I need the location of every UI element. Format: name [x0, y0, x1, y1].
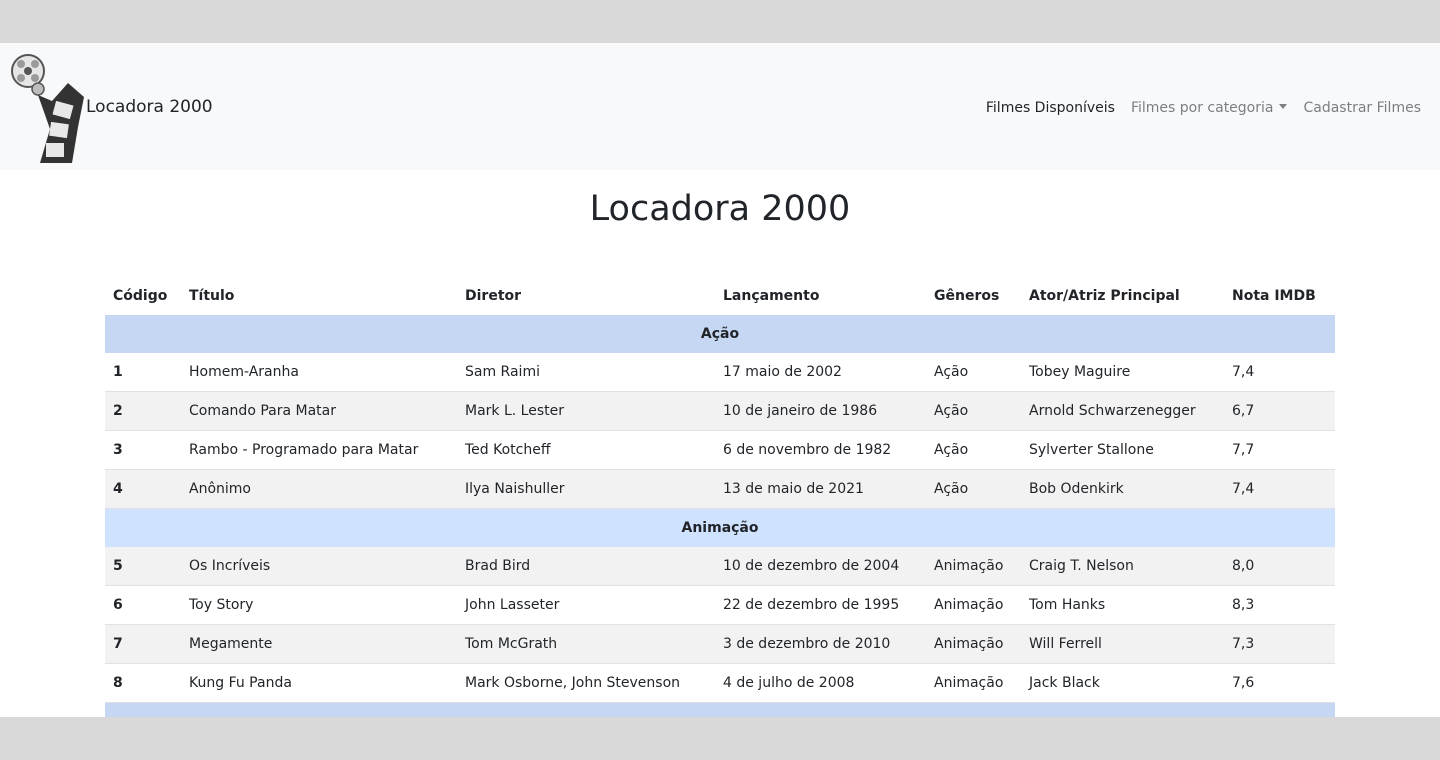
cell-generos: Animação [926, 663, 1021, 703]
cell-generos: Ação [926, 469, 1021, 509]
cell-generos: Ação [926, 353, 1021, 392]
cell-diretor: John Lasseter [457, 585, 715, 625]
cell-codigo: 2 [105, 391, 181, 431]
cell-nota: 7,4 [1224, 353, 1335, 392]
cell-lancamento: 4 de julho de 2008 [715, 663, 926, 703]
table-row: 2 Comando Para Matar Mark L. Lester 10 d… [105, 391, 1335, 431]
cell-ator: Jack Black [1021, 663, 1224, 703]
cell-titulo: Toy Story [181, 585, 457, 625]
table-header-row: Código Título Diretor Lançamento Gêneros… [105, 277, 1335, 315]
table-row: 3 Rambo - Programado para Matar Ted Kotc… [105, 430, 1335, 470]
cell-diretor: Mark Osborne, John Stevenson [457, 663, 715, 703]
column-header-nota-imdb: Nota IMDB [1232, 288, 1316, 304]
cell-generos: Ação [926, 430, 1021, 470]
cell-nota: 6,7 [1224, 391, 1335, 431]
cell-ator: Craig T. Nelson [1021, 547, 1224, 586]
cell-codigo: 1 [105, 353, 181, 392]
nav-link-cadastrar-filmes[interactable]: Cadastrar Filmes [1303, 99, 1421, 117]
cell-codigo: 6 [105, 585, 181, 625]
cell-codigo: 8 [105, 663, 181, 703]
cell-lancamento: 10 de janeiro de 1986 [715, 391, 926, 431]
group-row-next [105, 702, 1335, 717]
cell-titulo: Comando Para Matar [181, 391, 457, 431]
cell-generos: Animação [926, 624, 1021, 664]
cell-codigo: 3 [105, 430, 181, 470]
column-header-ator-principal: Ator/Atriz Principal [1029, 288, 1180, 304]
cell-codigo: 7 [105, 624, 181, 664]
cell-codigo: 4 [105, 469, 181, 509]
cell-ator: Sylverter Stallone [1021, 430, 1224, 470]
cell-lancamento: 6 de novembro de 1982 [715, 430, 926, 470]
cell-nota: 7,7 [1224, 430, 1335, 470]
cell-diretor: Mark L. Lester [457, 391, 715, 431]
column-header-lancamento: Lançamento [723, 288, 820, 304]
brand-name[interactable]: Locadora 2000 [86, 97, 213, 117]
column-header-codigo: Código [113, 288, 168, 304]
column-header-diretor: Diretor [465, 288, 522, 304]
cell-nota: 8,0 [1224, 547, 1335, 586]
cell-titulo: Anônimo [181, 469, 457, 509]
cell-ator: Bob Odenkirk [1021, 469, 1224, 509]
caret-down-icon [1279, 104, 1288, 109]
nav-dropdown-filmes-por-categoria[interactable]: Filmes por categoria [1131, 99, 1288, 117]
cell-nota: 7,6 [1224, 663, 1335, 703]
movies-table: Código Título Diretor Lançamento Gêneros… [105, 277, 1335, 717]
page-title: Locadora 2000 [589, 189, 851, 229]
cell-nota: 8,3 [1224, 585, 1335, 625]
cell-titulo: Kung Fu Panda [181, 663, 457, 703]
group-label-cut-off [105, 702, 1335, 717]
cell-diretor: Ilya Naishuller [457, 469, 715, 509]
table-row: 5 Os Incríveis Brad Bird 10 de dezembro … [105, 547, 1335, 586]
cell-lancamento: 10 de dezembro de 2004 [715, 547, 926, 586]
group-label: Animação [105, 508, 1335, 547]
film-reel-icon[interactable] [8, 49, 88, 163]
nav-links: Filmes Disponíveis Filmes por categoria … [986, 99, 1421, 117]
cell-titulo: Os Incríveis [181, 547, 457, 586]
nav-link-filmes-disponiveis[interactable]: Filmes Disponíveis [986, 99, 1115, 117]
table-row: 7 Megamente Tom McGrath 3 de dezembro de… [105, 624, 1335, 664]
cell-titulo: Rambo - Programado para Matar [181, 430, 457, 470]
cell-diretor: Sam Raimi [457, 353, 715, 392]
cell-ator: Will Ferrell [1021, 624, 1224, 664]
column-header-titulo: Título [189, 288, 235, 304]
cell-generos: Animação [926, 547, 1021, 586]
table-row: 1 Homem-Aranha Sam Raimi 17 maio de 2002… [105, 353, 1335, 392]
table-row: 8 Kung Fu Panda Mark Osborne, John Steve… [105, 663, 1335, 703]
navbar: Locadora 2000 Filmes Disponíveis Filmes … [0, 43, 1440, 170]
cell-diretor: Ted Kotcheff [457, 430, 715, 470]
cell-nota: 7,3 [1224, 624, 1335, 664]
browser-viewport: Locadora 2000 Filmes Disponíveis Filmes … [0, 43, 1440, 717]
cell-titulo: Homem-Aranha [181, 353, 457, 392]
table-row: 4 Anônimo Ilya Naishuller 13 de maio de … [105, 469, 1335, 509]
cell-ator: Tobey Maguire [1021, 353, 1224, 392]
nav-dropdown-label: Filmes por categoria [1130, 100, 1274, 116]
column-header-generos: Gêneros [934, 288, 1000, 304]
table-row: 6 Toy Story John Lasseter 22 de dezembro… [105, 585, 1335, 625]
cell-diretor: Tom McGrath [457, 624, 715, 664]
cell-lancamento: 3 de dezembro de 2010 [715, 624, 926, 664]
cell-ator: Tom Hanks [1021, 585, 1224, 625]
group-row-animacao: Animação [105, 508, 1335, 547]
cell-lancamento: 13 de maio de 2021 [715, 469, 926, 509]
cell-generos: Animação [926, 585, 1021, 625]
cell-generos: Ação [926, 391, 1021, 431]
cell-lancamento: 17 maio de 2002 [715, 353, 926, 392]
group-label: Ação [105, 315, 1335, 353]
cell-titulo: Megamente [181, 624, 457, 664]
cell-nota: 7,4 [1224, 469, 1335, 509]
group-row-acao: Ação [105, 315, 1335, 353]
cell-diretor: Brad Bird [457, 547, 715, 586]
cell-codigo: 5 [105, 547, 181, 586]
cell-ator: Arnold Schwarzenegger [1021, 391, 1224, 431]
cell-lancamento: 22 de dezembro de 1995 [715, 585, 926, 625]
